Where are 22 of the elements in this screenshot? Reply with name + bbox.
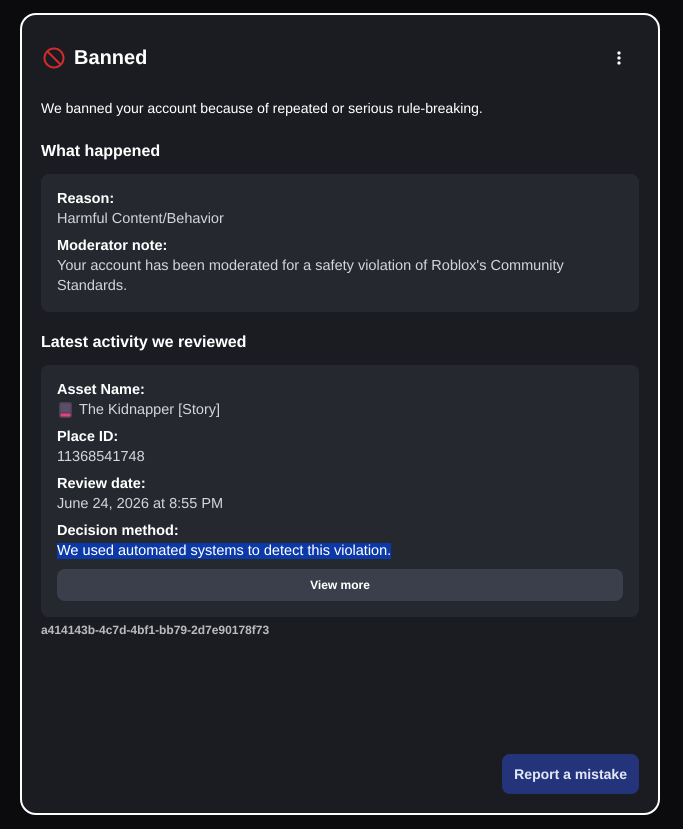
ban-icon [43, 47, 65, 69]
field-label: Moderator note: [57, 237, 168, 256]
report-mistake-button[interactable]: Report a mistake [502, 754, 639, 794]
field-label: Asset Name: [57, 381, 146, 400]
field-label: Review date: [57, 475, 147, 494]
field-label: Reason: [57, 190, 116, 209]
field-value: Your account has been moderated for a safety violation of Roblox's Community Standards. [57, 258, 564, 294]
view-more-button[interactable]: View more [57, 569, 623, 601]
ban-description: We banned your account because of repeated or serious rule-breaking. [41, 99, 484, 118]
field-label: Decision method: [57, 522, 180, 541]
section-heading: What happened [41, 142, 162, 162]
more-options-icon [617, 51, 621, 65]
field-value: 11368541748 [57, 449, 145, 465]
field-label: Place ID: [57, 428, 120, 447]
reference-id: a414143b-4c7d-4bf1-bb79-2d7e90178f73 [41, 622, 270, 638]
section-heading: Latest activity we reviewed [41, 333, 248, 353]
field-value: We used automated systems to detect this violation. [57, 543, 392, 559]
field-value: Harmful Content/Behavior [57, 211, 224, 227]
field-value: June 24, 2026 at 8:55 PM [57, 496, 224, 512]
field-value: The Kidnapper [Story] [79, 401, 220, 420]
dialog-title: Banned [74, 46, 148, 71]
game-thumbnail-icon [59, 402, 72, 418]
